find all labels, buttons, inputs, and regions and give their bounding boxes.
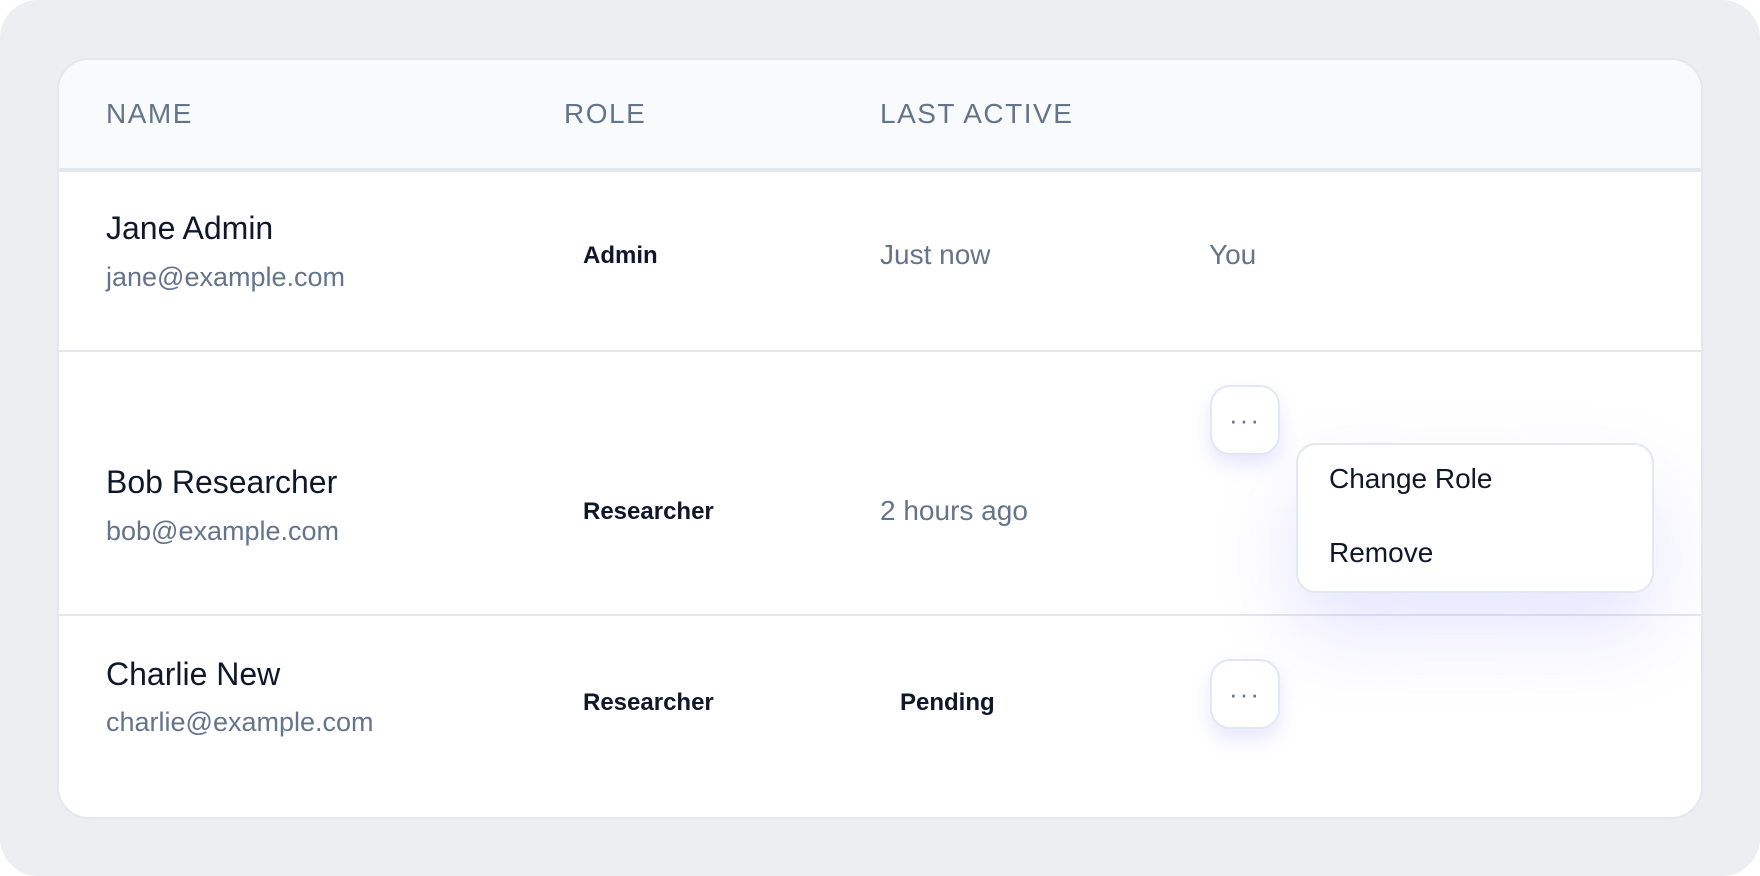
member-email: charlie@example.com xyxy=(106,707,374,737)
table-row: Jane Admin jane@example.com Admin Just n… xyxy=(59,172,1701,352)
table-header: NAME ROLE LAST ACTIVE xyxy=(59,60,1701,172)
column-header-last-active: LAST ACTIVE xyxy=(880,98,1074,129)
table-row: Charlie New charlie@example.com Research… xyxy=(59,616,1701,817)
role-badge: Admin xyxy=(583,242,658,269)
last-active: 2 hours ago xyxy=(880,495,1028,526)
member-name: Charlie New xyxy=(106,656,281,692)
last-active: Just now xyxy=(880,239,991,270)
column-header-role: ROLE xyxy=(564,98,647,129)
menu-item-remove[interactable]: Remove xyxy=(1329,537,1433,569)
column-header-name: NAME xyxy=(106,98,193,129)
row-actions-button[interactable]: ··· xyxy=(1210,659,1280,729)
members-table: NAME ROLE LAST ACTIVE Jane Admin jane@ex… xyxy=(57,58,1703,819)
row-actions-button[interactable]: ··· xyxy=(1210,385,1280,455)
role-badge: Researcher xyxy=(583,689,714,716)
current-user-label: You xyxy=(1209,239,1257,270)
role-badge: Researcher xyxy=(583,498,714,525)
member-name: Jane Admin xyxy=(106,210,274,246)
ellipsis-horizontal-icon: ··· xyxy=(1229,678,1261,709)
page-background: NAME ROLE LAST ACTIVE Jane Admin jane@ex… xyxy=(0,0,1760,876)
status-badge: Pending xyxy=(900,689,995,716)
member-name: Bob Researcher xyxy=(106,464,338,500)
member-email: jane@example.com xyxy=(106,262,346,292)
menu-item-change-role[interactable]: Change Role xyxy=(1329,463,1492,495)
row-actions-menu: Change Role Remove xyxy=(1296,443,1654,593)
member-email: bob@example.com xyxy=(106,516,340,546)
ellipsis-horizontal-icon: ··· xyxy=(1229,404,1261,435)
